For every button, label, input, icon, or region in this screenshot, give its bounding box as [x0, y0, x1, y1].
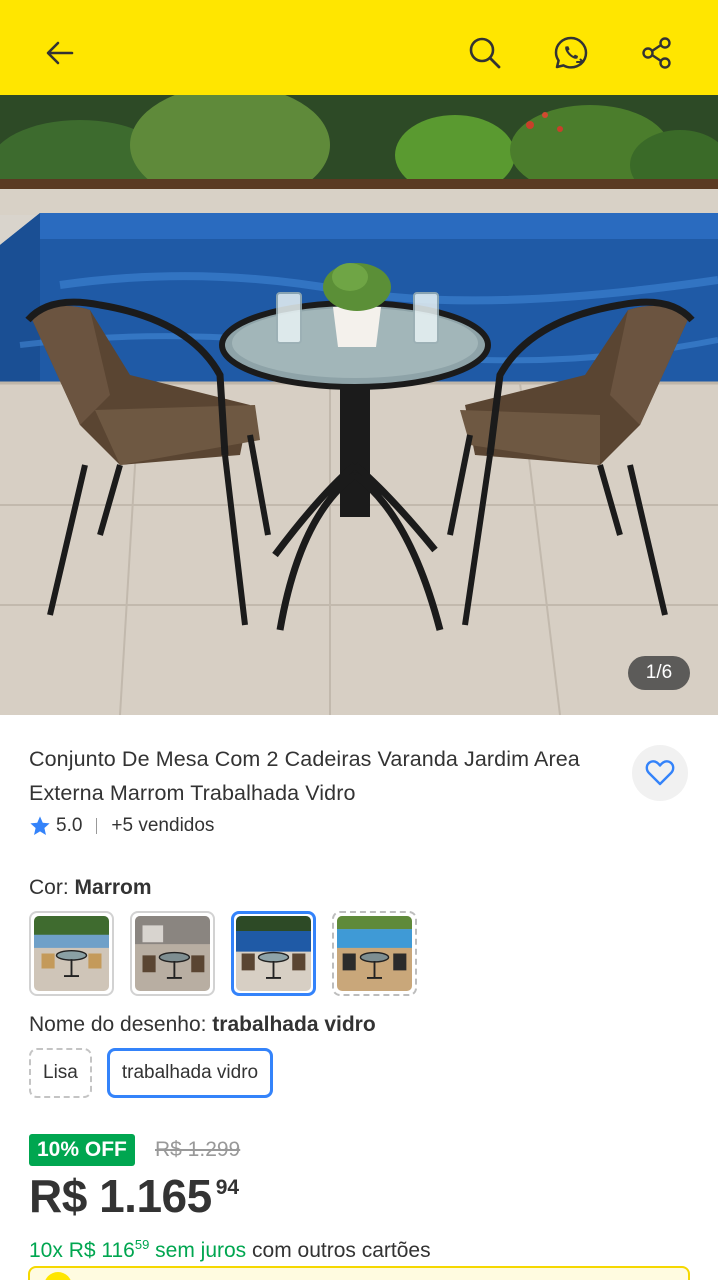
back-button[interactable] [32, 25, 88, 81]
favorite-button[interactable] [632, 745, 688, 801]
rating-value: 5.0 [56, 815, 83, 836]
design-option-lisa[interactable]: Lisa [29, 1048, 92, 1098]
whatsapp-button[interactable] [543, 25, 599, 81]
search-icon [469, 37, 501, 69]
color-label: Cor: [29, 876, 75, 899]
heart-icon [645, 760, 675, 786]
color-option-2[interactable] [130, 911, 215, 996]
price-main: R$ 1.165 [29, 1170, 212, 1222]
color-label-row: Cor: Marrom [29, 876, 152, 900]
product-photo [0, 95, 718, 715]
share-button[interactable] [629, 25, 685, 81]
price-cents: 94 [215, 1176, 240, 1199]
product-image-gallery[interactable]: 1/6 [0, 95, 718, 715]
installments-prefix: 10x R$ 116 [29, 1239, 135, 1262]
search-button[interactable] [457, 25, 513, 81]
design-selected-value: trabalhada vidro [212, 1013, 376, 1036]
original-price: R$ 1.299 [155, 1138, 241, 1161]
rating-row[interactable]: 5.0 +5 vendidos [29, 811, 214, 841]
color-selected-value: Marrom [74, 876, 152, 899]
thumbnail-image [236, 916, 311, 991]
back-arrow-icon [46, 41, 74, 65]
installments-info[interactable]: 10x R$ 11659 sem juros com outros cartõe… [29, 1230, 431, 1266]
discount-badge: 10% OFF [29, 1134, 135, 1166]
installments-other-cards: com outros cartões [246, 1239, 431, 1262]
thumbnail-image [135, 916, 210, 991]
color-thumbnails [29, 911, 417, 996]
star-icon [30, 816, 50, 835]
image-counter: 1/6 [628, 656, 690, 690]
color-option-3[interactable] [231, 911, 316, 996]
design-label: Nome do desenho: [29, 1013, 213, 1036]
design-option-trabalhada-vidro[interactable]: trabalhada vidro [106, 1048, 274, 1098]
product-title: Conjunto De Mesa Com 2 Cadeiras Varanda … [29, 747, 580, 805]
whatsapp-icon [554, 36, 588, 69]
current-price: R$ 1.165 94 [29, 1168, 239, 1224]
share-icon [642, 37, 671, 69]
rating-divider [96, 818, 98, 834]
color-option-4[interactable] [332, 911, 417, 996]
installments-cents: 59 [134, 1237, 150, 1252]
thumbnail-image [34, 916, 109, 991]
design-options: Lisa trabalhada vidro [29, 1048, 274, 1098]
installments-no-interest: sem juros [149, 1239, 247, 1262]
installments-amount: 10x R$ 11659 sem juros [29, 1237, 247, 1262]
thumbnail-image [337, 916, 412, 991]
sold-count: +5 vendidos [111, 815, 215, 836]
color-option-1[interactable] [29, 911, 114, 996]
promo-banner[interactable] [28, 1266, 690, 1280]
design-label-row: Nome do desenho: trabalhada vidro [29, 1013, 376, 1037]
app-header [0, 0, 718, 95]
